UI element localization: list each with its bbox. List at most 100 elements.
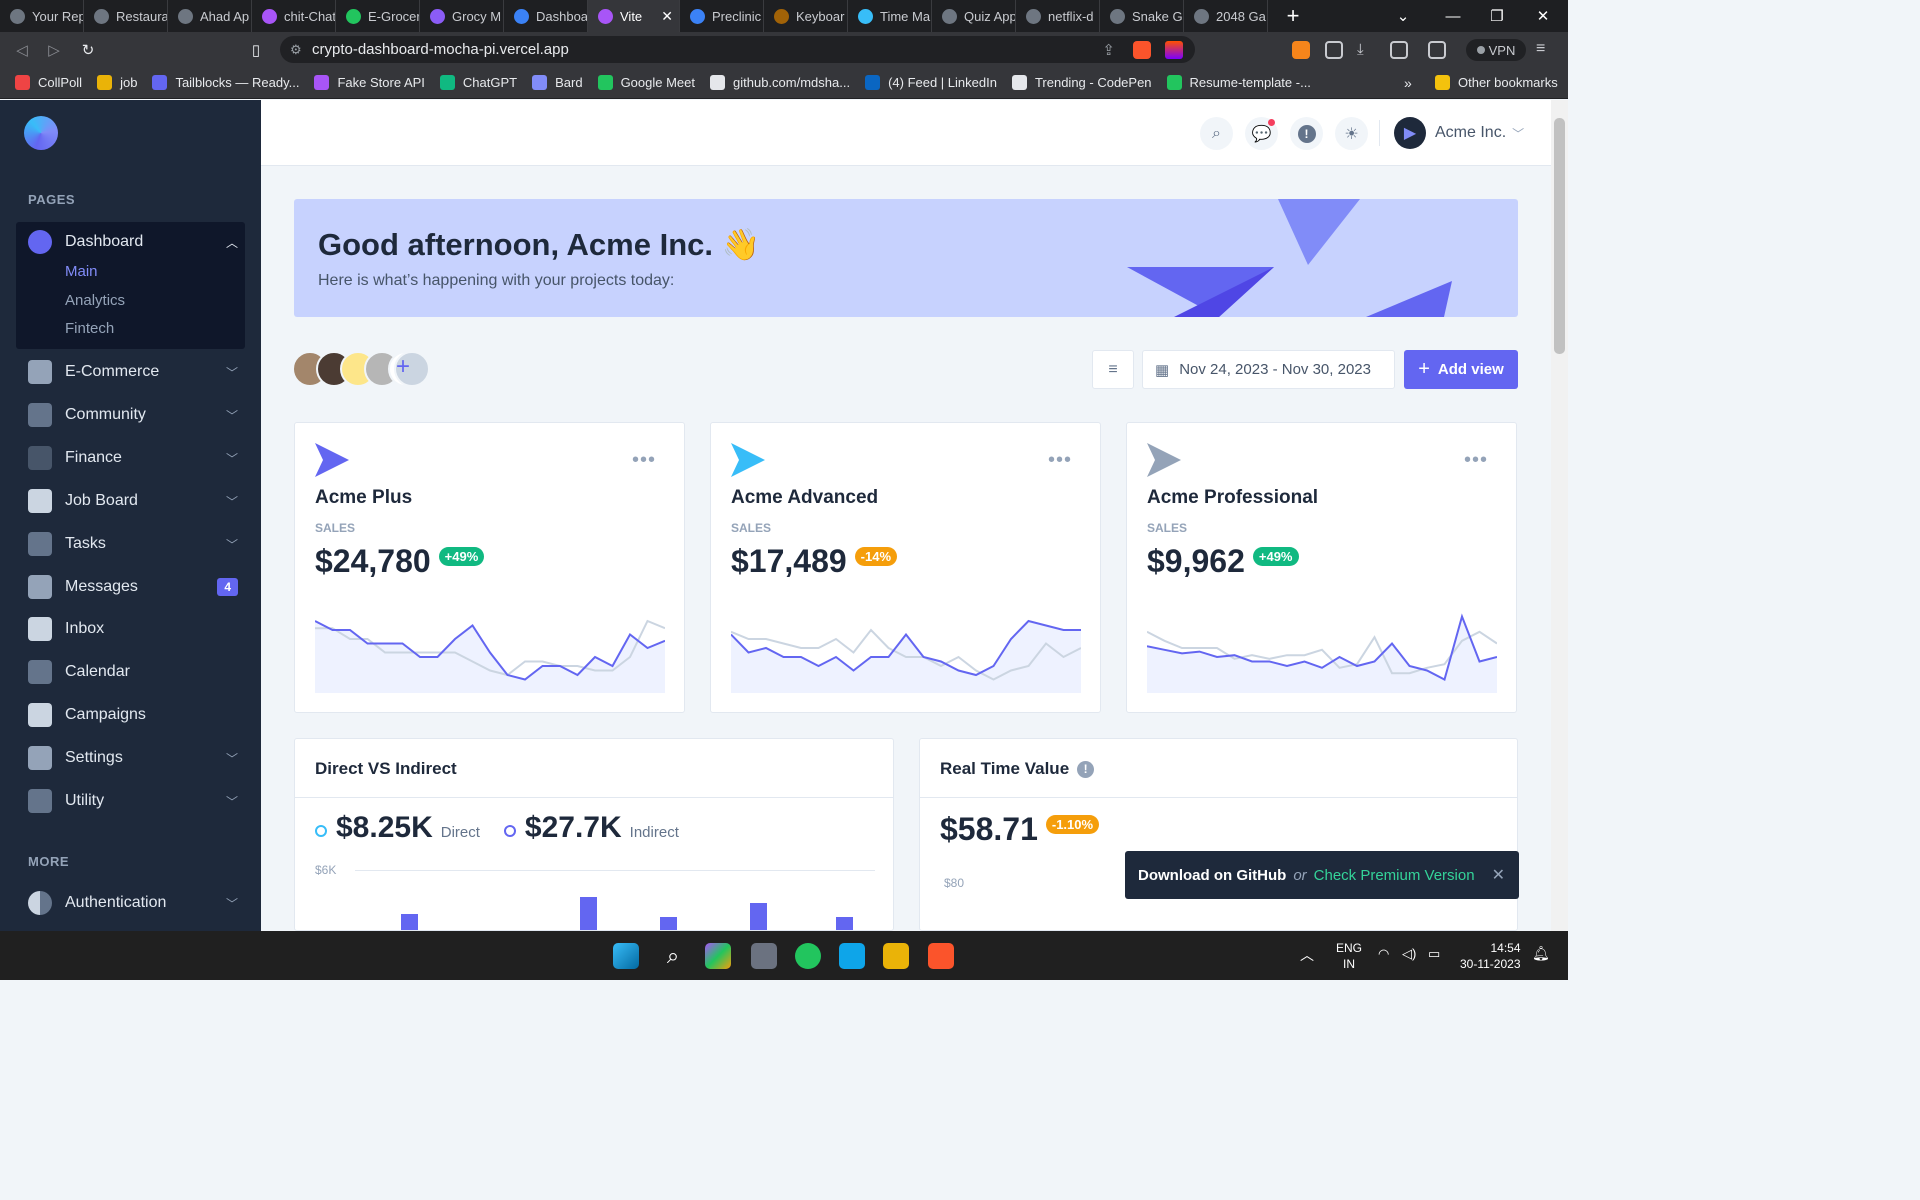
browser-tab[interactable]: Preclinic xyxy=(680,0,764,32)
browser-tab[interactable]: Time Ma xyxy=(848,0,932,32)
sidebar-subitem-main[interactable]: Main xyxy=(65,263,98,280)
brave-shields-icon[interactable] xyxy=(1133,41,1151,59)
browser-tab[interactable]: Keyboar xyxy=(764,0,848,32)
bookmark-item[interactable]: ChatGPT xyxy=(439,75,517,90)
browser-tab[interactable]: Your Rep xyxy=(0,0,84,32)
close-icon[interactable]: ✕ xyxy=(1492,865,1505,885)
extensions-icon[interactable] xyxy=(1325,41,1343,59)
scrollbar-thumb[interactable] xyxy=(1554,118,1565,354)
more-bookmarks-icon[interactable]: » xyxy=(1404,75,1412,91)
search-button[interactable]: ⌕ xyxy=(1200,117,1233,150)
page-scrollbar[interactable] xyxy=(1551,100,1568,931)
browser-tab[interactable]: netflix-d xyxy=(1016,0,1100,32)
browser-tab[interactable]: Vite ✕ xyxy=(588,0,680,32)
task-view-icon[interactable] xyxy=(751,943,777,969)
add-view-button[interactable]: + Add view xyxy=(1404,350,1518,389)
bookmark-item[interactable]: Tailblocks — Ready... xyxy=(152,75,299,90)
browser-tab[interactable]: chit-Chat xyxy=(252,0,336,32)
tab-search-icon[interactable]: ⌄ xyxy=(1380,0,1426,32)
theme-toggle-button[interactable]: ☀ xyxy=(1335,117,1368,150)
help-button[interactable]: ! xyxy=(1290,117,1323,150)
sidebar-item-authentication[interactable]: Authentication ﹀ xyxy=(28,888,238,918)
chevron-up-icon[interactable]: ︿ xyxy=(1300,945,1314,965)
more-options-icon[interactable]: ••• xyxy=(1464,449,1488,472)
sidebar-item-campaigns[interactable]: Campaigns xyxy=(28,700,238,730)
browser-tab[interactable]: E-Grocer xyxy=(336,0,420,32)
site-info-icon[interactable]: ⚙ xyxy=(290,42,302,58)
file-explorer-icon[interactable] xyxy=(883,943,909,969)
browser-tab[interactable]: Dashboa xyxy=(504,0,588,32)
browser-tab[interactable]: Ahad Ap xyxy=(168,0,252,32)
download-icon[interactable]: ⤓ xyxy=(1357,41,1375,59)
brave-icon[interactable] xyxy=(928,943,954,969)
search-icon[interactable]: ⌕ xyxy=(660,943,686,969)
add-member-button[interactable]: + xyxy=(388,351,430,387)
windows-start-icon[interactable] xyxy=(613,943,639,969)
sidebar-item-messages[interactable]: Messages 4 xyxy=(28,572,238,602)
sidebar-subitem-analytics[interactable]: Analytics xyxy=(65,292,125,309)
minimize-icon[interactable]: — xyxy=(1430,0,1476,32)
browser-tab[interactable]: Quiz App xyxy=(932,0,1016,32)
account-menu[interactable]: ▶ Acme Inc. ﹀ xyxy=(1394,117,1524,149)
maximize-icon[interactable]: ❐ xyxy=(1474,0,1520,32)
reload-icon[interactable]: ↻ xyxy=(72,41,104,59)
forward-icon[interactable]: ▷ xyxy=(38,41,70,59)
close-tab-icon[interactable]: ✕ xyxy=(661,8,673,25)
menu-icon[interactable]: ≡ xyxy=(1536,40,1545,58)
other-bookmarks[interactable]: Other bookmarks xyxy=(1435,75,1558,90)
premium-version-link[interactable]: Check Premium Version xyxy=(1314,867,1475,884)
copilot-icon[interactable] xyxy=(705,943,731,969)
vpn-button[interactable]: VPN xyxy=(1466,39,1526,61)
sidebar-item-job-board[interactable]: Job Board ﹀ xyxy=(28,486,238,516)
language-indicator[interactable]: ENG IN xyxy=(1336,940,1362,972)
sidebar-item-tasks[interactable]: Tasks ﹀ xyxy=(28,529,238,559)
bookmark-item[interactable]: Google Meet xyxy=(597,75,695,90)
sidebar-item-utility[interactable]: Utility ﹀ xyxy=(28,786,238,816)
metamask-icon[interactable] xyxy=(1292,41,1310,59)
browser-tab[interactable]: Grocy M xyxy=(420,0,504,32)
vscode-icon[interactable] xyxy=(839,943,865,969)
bookmark-item[interactable]: Fake Store API xyxy=(314,75,425,90)
sidebar-item-inbox[interactable]: Inbox xyxy=(28,614,238,644)
brave-rewards-icon[interactable] xyxy=(1165,41,1183,59)
more-options-icon[interactable]: ••• xyxy=(632,449,656,472)
bookmark-item[interactable]: job xyxy=(97,75,137,90)
sidebar-item-settings[interactable]: Settings ﹀ xyxy=(28,743,238,773)
info-icon[interactable]: ! xyxy=(1077,761,1095,779)
sidebar-item-calendar[interactable]: Calendar xyxy=(28,657,238,687)
bookmark-icon[interactable]: ▯ xyxy=(240,41,272,59)
back-icon[interactable]: ◁ xyxy=(6,41,38,59)
bookmark-item[interactable]: CollPoll xyxy=(15,75,82,90)
bookmark-item[interactable]: github.com/mdsha... xyxy=(710,75,850,90)
clock[interactable]: 14:54 30-11-2023 xyxy=(1460,940,1521,972)
new-tab-button[interactable]: + xyxy=(1278,3,1308,29)
notifications-icon[interactable]: 🔔︎ xyxy=(1532,945,1550,962)
date-range-picker[interactable]: ▦ Nov 24, 2023 - Nov 30, 2023 xyxy=(1142,350,1395,389)
bookmark-item[interactable]: (4) Feed | LinkedIn xyxy=(865,75,997,90)
wifi-icon[interactable]: ◠ xyxy=(1378,946,1389,962)
sidebar-item-community[interactable]: Community ﹀ xyxy=(28,400,238,430)
sidebar-item-e-commerce[interactable]: E-Commerce ﹀ xyxy=(28,357,238,387)
bookmark-item[interactable]: Trending - CodePen xyxy=(1011,75,1152,90)
url-bar[interactable]: ⚙ crypto-dashboard-mocha-pi.vercel.app ⇪ xyxy=(280,36,1195,63)
messages-button[interactable]: 💬 xyxy=(1245,117,1278,150)
close-window-icon[interactable]: ✕ xyxy=(1520,0,1566,32)
browser-tab[interactable]: 2048 Ga xyxy=(1184,0,1268,32)
whatsapp-icon[interactable] xyxy=(795,943,821,969)
bookmark-item[interactable]: Bard xyxy=(532,75,583,90)
sidebar-item-finance[interactable]: Finance ﹀ xyxy=(28,443,238,473)
battery-icon[interactable]: ▭ xyxy=(1428,946,1440,962)
more-options-icon[interactable]: ••• xyxy=(1048,449,1072,472)
browser-tab[interactable]: Snake Ga xyxy=(1100,0,1184,32)
download-github-link[interactable]: Download on GitHub xyxy=(1138,867,1286,884)
wallet-icon[interactable] xyxy=(1428,41,1446,59)
sidebar-subitem-fintech[interactable]: Fintech xyxy=(65,320,114,337)
filter-button[interactable]: ≡ xyxy=(1092,350,1134,389)
sidebar-item-dashboard[interactable]: Dashboard ︿ xyxy=(28,227,238,257)
sidebar-toggle-icon[interactable] xyxy=(1390,41,1408,59)
browser-tab[interactable]: Restaura xyxy=(84,0,168,32)
share-icon[interactable]: ⇪ xyxy=(1102,41,1115,59)
bookmark-item[interactable]: Resume-template -... xyxy=(1166,75,1311,90)
volume-icon[interactable]: ◁) xyxy=(1402,946,1416,962)
app-logo[interactable] xyxy=(24,116,58,150)
